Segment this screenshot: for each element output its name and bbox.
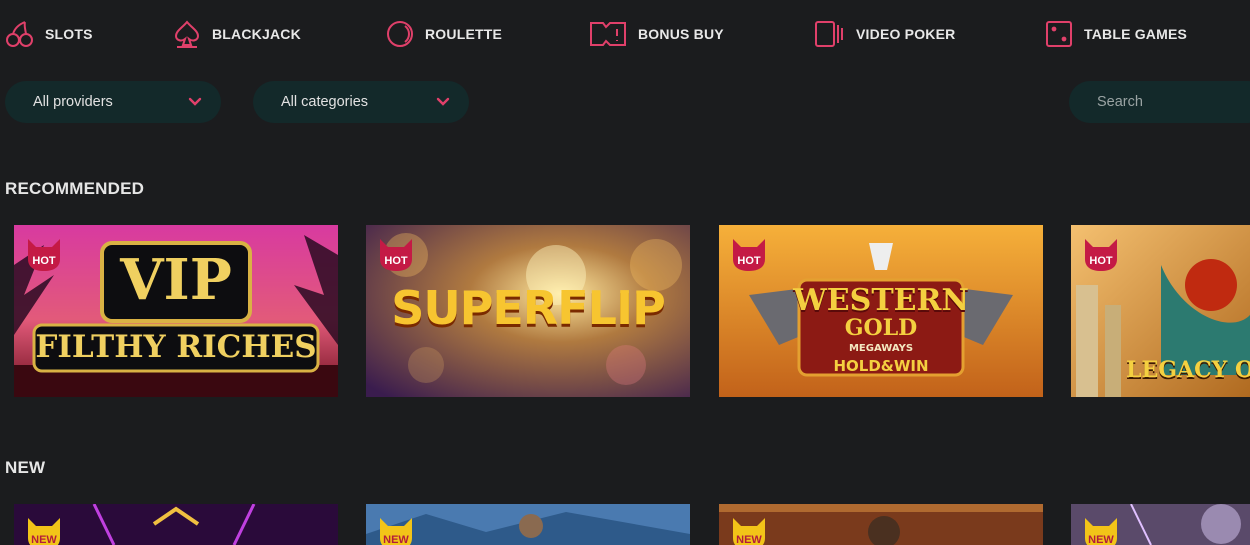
nav-label: VIDEO POKER: [856, 26, 956, 42]
nav-label: ROULETTE: [425, 26, 503, 42]
game-title-line: WESTERN: [793, 283, 969, 318]
hot-badge: HOT: [1081, 237, 1121, 273]
nav-label: BONUS BUY: [638, 26, 724, 42]
badge-label: NEW: [383, 534, 409, 545]
badge-label: HOT: [384, 255, 408, 267]
game-category-nav: SLOTS BLACKJACK ROULETTE BONUS BUY VIDEO…: [0, 0, 1250, 70]
providers-select[interactable]: All providers: [5, 81, 221, 123]
game-tile-new-3[interactable]: NEW: [719, 504, 1043, 545]
video-poker-icon: [815, 21, 843, 47]
badge-label: NEW: [736, 534, 762, 545]
providers-select-value: All providers: [33, 94, 113, 110]
game-tile-new-2[interactable]: NEW: [366, 504, 690, 545]
game-title-line: MEGAWAYS: [848, 343, 914, 354]
chevron-down-icon: [436, 97, 450, 106]
dice-icon: [1046, 21, 1072, 47]
nav-item-video-poker[interactable]: VIDEO POKER: [812, 16, 955, 52]
ticket-icon: [590, 22, 626, 46]
game-title-line: HOLD&WIN: [833, 357, 929, 375]
game-tile-new-1[interactable]: NEW: [14, 504, 338, 545]
new-badge: NEW: [1081, 516, 1121, 545]
badge-label: HOT: [737, 255, 761, 267]
new-badge: NEW: [729, 516, 769, 545]
game-title-line: LEGACY OF: [1126, 357, 1250, 383]
badge-label: NEW: [1088, 534, 1114, 545]
nav-label: SLOTS: [45, 26, 93, 42]
game-tile-western-gold[interactable]: WESTERN GOLD MEGAWAYS HOLD&WIN HOT: [719, 225, 1043, 397]
game-tile-vip-filthy-riches[interactable]: VIP FILTHY RICHES HOT: [14, 225, 338, 397]
section-title-new: NEW: [5, 458, 46, 477]
game-tile-new-4[interactable]: NEW: [1071, 504, 1250, 545]
section-title-recommended: RECOMMENDED: [5, 179, 145, 198]
nav-item-roulette[interactable]: ROULETTE: [385, 16, 502, 52]
roulette-icon: [387, 21, 413, 47]
categories-select-value: All categories: [281, 94, 369, 110]
cherries-icon: [6, 21, 33, 47]
hot-badge: HOT: [376, 237, 416, 273]
game-title-line: GOLD: [844, 315, 918, 341]
new-badge: NEW: [376, 516, 416, 545]
nav-item-slots[interactable]: SLOTS: [5, 16, 93, 52]
search-input[interactable]: [1069, 81, 1250, 123]
hot-badge: HOT: [729, 237, 769, 273]
hot-badge: HOT: [24, 237, 64, 273]
game-title-line: FILTHY RICHES: [35, 329, 317, 365]
nav-item-bonus-buy[interactable]: BONUS BUY: [588, 16, 724, 52]
nav-label: BLACKJACK: [212, 26, 301, 42]
badge-label: HOT: [32, 255, 56, 267]
badge-label: HOT: [1089, 255, 1113, 267]
spade-icon: [174, 20, 200, 48]
nav-label: TABLE GAMES: [1084, 26, 1188, 42]
chevron-down-icon: [188, 97, 202, 106]
game-tile-superflip[interactable]: SUPERFLIP HOT: [366, 225, 690, 397]
new-badge: NEW: [24, 516, 64, 545]
nav-item-blackjack[interactable]: BLACKJACK: [172, 16, 301, 52]
game-tile-legacy-of[interactable]: LEGACY OF HOT: [1071, 225, 1250, 397]
categories-select[interactable]: All categories: [253, 81, 469, 123]
badge-label: NEW: [31, 534, 57, 545]
game-title-line: SUPERFLIP: [391, 281, 666, 335]
nav-item-table-games[interactable]: TABLE GAMES: [1044, 16, 1187, 52]
